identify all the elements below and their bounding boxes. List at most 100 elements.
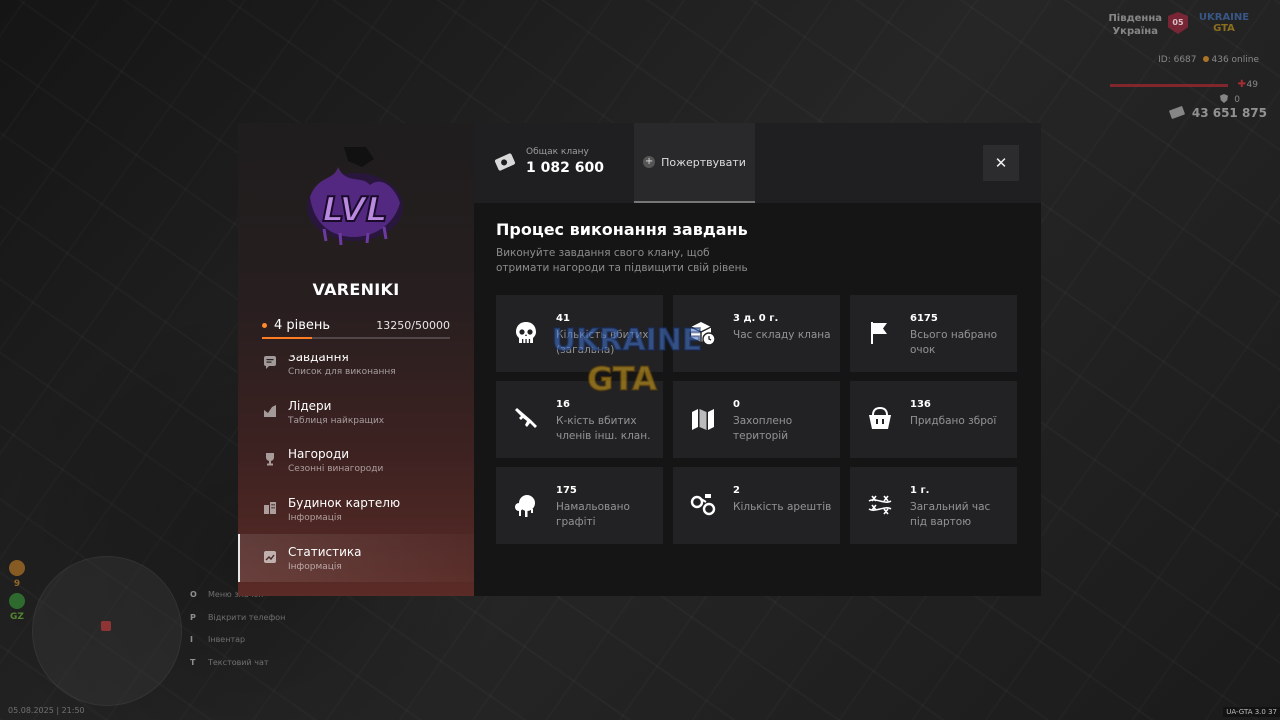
clan-content: Общак клану 1 082 600 + Пожертвувати ✕ П…	[474, 123, 1041, 596]
minimap	[32, 556, 182, 706]
level-label: 4 рівень	[262, 318, 330, 333]
treasury-value: 1 082 600	[526, 160, 604, 176]
clan-treasury: Общак клану 1 082 600	[494, 147, 604, 176]
skull-icon	[516, 322, 536, 343]
clan-topbar: Общак клану 1 082 600 + Пожертвувати ✕	[474, 123, 1041, 203]
side-value-2: GZ	[10, 612, 24, 622]
xp-text: 13250/50000	[376, 319, 450, 332]
spray-icon	[515, 495, 535, 517]
donate-button[interactable]: + Пожертвувати	[634, 123, 755, 203]
armor-value: 0	[1234, 95, 1240, 105]
datetime: 05.08.2025 | 21:50	[8, 706, 85, 715]
clan-menu: Завдання Список для виконання Лідери Таб…	[238, 355, 474, 596]
hint-row: I Інвентар	[190, 635, 246, 644]
plus-icon: +	[643, 156, 656, 168]
health-cross-icon: ✚	[1237, 79, 1246, 90]
side-value-1: 9	[13, 579, 21, 589]
region-line-1: Південна	[1108, 13, 1162, 24]
treasury-text: Общак клану 1 082 600	[526, 147, 604, 176]
cash-icon	[1168, 105, 1185, 120]
game-logo-top: UKRAINE	[1198, 12, 1250, 23]
hint-row: T Текстовий чат	[190, 657, 269, 667]
map-icon	[692, 409, 714, 430]
hunger-icon	[9, 560, 25, 576]
menu-item-title: Статистика	[288, 544, 362, 559]
menu-item-statistics[interactable]: Статистика Інформація	[238, 533, 474, 583]
key-hints: O Меню значок P Відкрити телефон I Інвентар…	[190, 590, 285, 680]
menu-item-tasks[interactable]: Завдання Список для виконання	[238, 355, 474, 388]
close-button[interactable]: ✕	[983, 145, 1019, 181]
player-id: ID: 6687	[1158, 55, 1197, 65]
online-count: 436 online	[1211, 55, 1260, 65]
stat-label: Кількість вбитих (загальна)	[556, 329, 649, 356]
player-money-value: 43 651 875	[1191, 106, 1267, 120]
stat-value: 1 г.	[910, 485, 930, 496]
menu-item-cartel-house[interactable]: Будинок картелю Інформація	[238, 485, 474, 534]
level-text: 4 рівень	[274, 318, 331, 333]
menu-item-subtitle: Таблиця найкращих	[288, 415, 385, 426]
leaders-icon	[264, 404, 276, 417]
stat-card: 6175 Всього набрано очок	[850, 295, 1017, 372]
game-logo: UKRAINE GTA	[1198, 12, 1250, 38]
player-money: 43 651 875	[1168, 105, 1267, 120]
armor-shield-icon	[1220, 94, 1228, 103]
menu-item-rewards[interactable]: Нагороди Сезонні винагороди	[238, 436, 474, 485]
stat-value: 6175	[910, 313, 938, 324]
basket-icon	[869, 406, 891, 429]
stat-card: 1 г. Загальний час під вартою	[850, 467, 1017, 544]
xp-progress-bar	[262, 337, 450, 339]
menu-item-subtitle: Список для виконання	[288, 367, 396, 377]
region-line-2: Україна	[1112, 26, 1158, 37]
chat-icon	[264, 356, 276, 369]
game-version: UA-GTA 3.0 37	[1223, 707, 1280, 717]
hud-side-indicators: 9 GZ	[8, 560, 26, 626]
stat-label: Кількість арештів	[733, 501, 832, 513]
flag-icon	[871, 322, 887, 344]
health-value: 49	[1246, 80, 1258, 90]
stat-label: Придбано зброї	[910, 415, 997, 427]
page-description: Виконуйте завдання свого клану, щоб отри…	[496, 247, 748, 274]
stat-card: 41 Кількість вбитих (загальна)	[496, 295, 663, 372]
stat-label: Захоплено територій	[733, 415, 793, 442]
level-row: 4 рівень 13250/50000	[262, 318, 450, 333]
box-clock-icon	[690, 322, 716, 346]
stat-label: Загальний час під вартою	[910, 501, 991, 528]
menu-item-subtitle: Сезонні винагороди	[288, 464, 384, 475]
barbed-wire-icon	[868, 495, 892, 515]
stat-label: Намальовано графіті	[556, 501, 630, 528]
menu-item-title: Нагороди	[288, 447, 350, 462]
stat-card: 0 Захоплено територій	[673, 381, 840, 458]
clan-logo: LVL	[307, 147, 403, 246]
menu-item-title: Завдання	[288, 355, 349, 364]
rifle-icon	[515, 408, 537, 428]
stat-value: 175	[556, 485, 577, 496]
clan-menu-list: Завдання Список для виконання Лідери Таб…	[238, 355, 474, 583]
stat-value: 0	[733, 399, 740, 410]
menu-item-title: Лідери	[288, 398, 332, 413]
menu-item-subtitle: Інформація	[288, 561, 342, 572]
menu-item-leaders[interactable]: Лідери Таблиця найкращих	[238, 388, 474, 437]
health-bar	[1110, 84, 1228, 87]
stat-value: 41	[556, 313, 570, 324]
menu-item-title: Будинок картелю	[288, 496, 401, 511]
stat-card: 136 Придбано зброї	[850, 381, 1017, 458]
level-dot-icon	[262, 323, 267, 328]
stat-value: 3 д. 0 г.	[733, 313, 779, 324]
donate-label: Пожертвувати	[661, 155, 746, 169]
treasury-label: Общак клану	[526, 147, 589, 157]
online-dot-icon	[1202, 56, 1209, 62]
player-id-row: ID: 6687 436 online	[1158, 55, 1259, 65]
stats-icon	[264, 550, 276, 563]
stat-label: Час складу клана	[733, 329, 831, 341]
clan-name: VARENIKI	[312, 280, 400, 299]
stat-label: Всього набрано очок	[910, 329, 998, 356]
stat-card: 3 д. 0 г. Час складу клана	[673, 295, 840, 372]
game-logo-bottom: GTA	[1213, 23, 1235, 34]
clan-modal: LVL VARENIKI 4 рівень 13250/50000 Завдан…	[238, 123, 1041, 596]
stat-value: 2	[733, 485, 740, 496]
stat-value: 16	[556, 399, 570, 410]
stat-value: 136	[910, 399, 931, 410]
trophy-icon	[266, 453, 274, 466]
page-title: Процес виконання завдань	[496, 220, 748, 239]
zone-icon	[9, 593, 25, 609]
